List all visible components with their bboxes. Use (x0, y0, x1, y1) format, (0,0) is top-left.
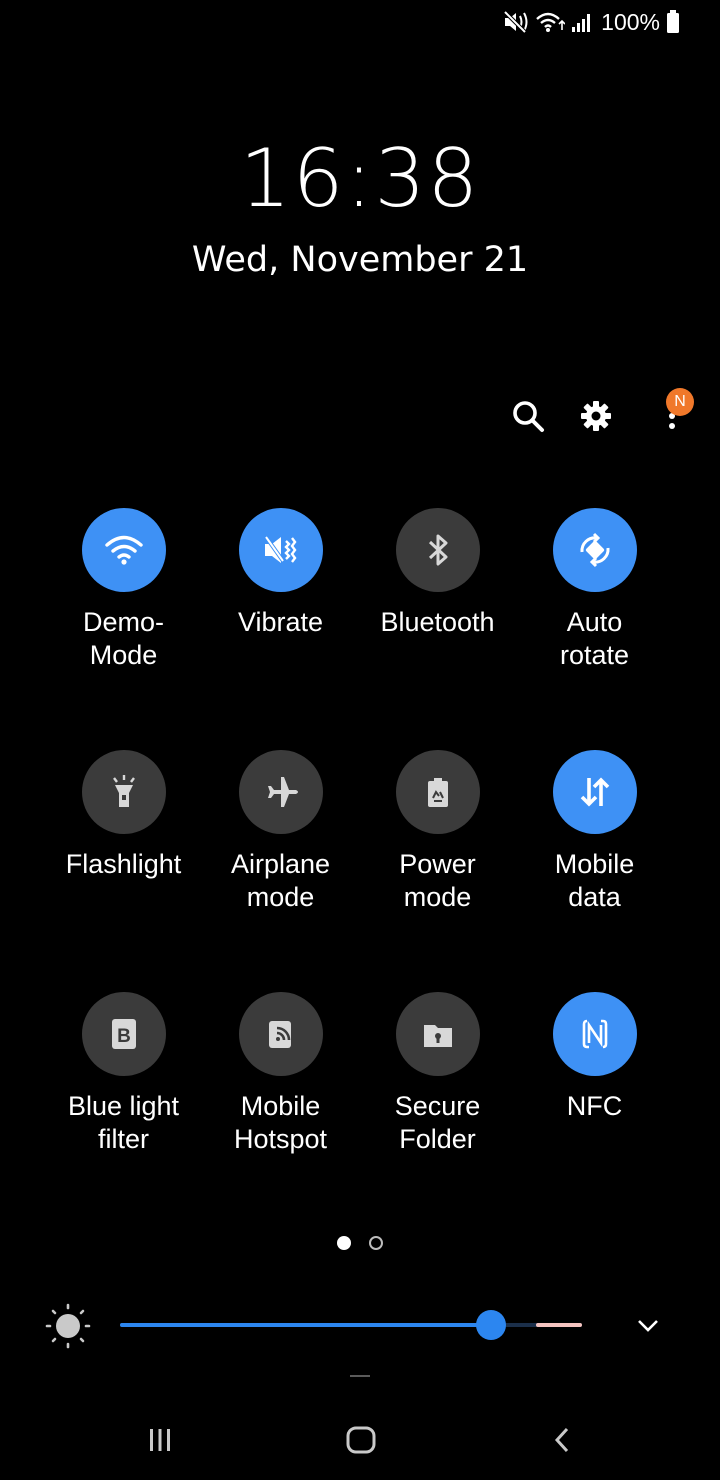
tile-icon-circle (81, 750, 166, 834)
tile-label: Secure Folder (394, 1091, 481, 1154)
tile-icon-circle (552, 508, 637, 592)
brightness-slider[interactable] (120, 1310, 582, 1340)
tile-bluetooth[interactable]: Bluetooth (359, 508, 516, 708)
tile-secure-folder[interactable]: Secure Folder (359, 992, 516, 1192)
auto-rotate-icon (579, 532, 610, 568)
home-icon (346, 1426, 376, 1454)
page-dot-1[interactable] (337, 1236, 351, 1250)
slider-extra-range (535, 1323, 582, 1327)
clock-time: 16:38 (239, 132, 481, 225)
wifi-icon (535, 10, 566, 34)
flashlight-icon (112, 775, 135, 807)
recents-icon (150, 1429, 170, 1451)
tile-icon-circle (238, 750, 323, 834)
slider-thumb[interactable] (476, 1310, 507, 1340)
tile-demo-mode[interactable]: Demo- Mode (45, 508, 202, 708)
tile-icon-circle (81, 508, 166, 592)
signal-icon (571, 11, 593, 33)
quick-panel-header: N (0, 388, 720, 442)
status-bar: 100% (503, 8, 680, 36)
battery-icon (666, 10, 680, 34)
tile-icon-circle: B (81, 992, 166, 1076)
tile-label: Demo- Mode (82, 607, 164, 670)
tile-label: Auto rotate (559, 607, 630, 670)
gear-icon (581, 401, 611, 431)
search-button[interactable] (504, 392, 552, 440)
recents-button[interactable] (140, 1420, 180, 1460)
expand-button[interactable] (630, 1308, 666, 1349)
blue-light-filter-icon: B (111, 1019, 136, 1049)
svg-text:B: B (117, 1026, 131, 1047)
tile-flashlight[interactable]: Flashlight (45, 750, 202, 950)
more-options-button[interactable]: N (640, 388, 694, 440)
tile-icon-circle (238, 508, 323, 592)
chevron-down-icon (638, 1320, 658, 1332)
tile-icon-circle (552, 750, 637, 834)
page-dot-2[interactable] (369, 1236, 383, 1250)
airplane-icon (267, 777, 298, 807)
sun-icon[interactable] (44, 1302, 92, 1355)
tile-vibrate[interactable]: Vibrate (202, 508, 359, 708)
home-button[interactable] (341, 1420, 381, 1460)
tile-nfc[interactable]: NFC (516, 992, 673, 1192)
drag-handle[interactable] (350, 1375, 370, 1377)
tile-label: Power mode (399, 849, 476, 912)
notification-badge: N (666, 388, 694, 416)
settings-button[interactable] (572, 392, 620, 440)
quick-panel-screen: 100% 16:38 Wed, November 21 N Demo- Mode… (0, 0, 720, 1480)
secure-folder-icon (423, 1025, 452, 1047)
tile-blue-light-filter[interactable]: B Blue light filter (45, 992, 202, 1192)
slider-fill (120, 1323, 492, 1327)
tile-auto-rotate[interactable]: Auto rotate (516, 508, 673, 708)
brightness-control (0, 1300, 720, 1352)
tile-label: Flashlight (65, 849, 182, 879)
tile-icon-circle (395, 508, 480, 592)
page-indicator (0, 1236, 720, 1250)
tile-icon-circle (395, 750, 480, 834)
battery-percent: 100% (601, 8, 660, 35)
search-icon (513, 401, 544, 432)
tile-label: Vibrate (237, 607, 324, 637)
tile-label: Bluetooth (380, 607, 495, 637)
tile-mobile-data[interactable]: Mobile data (516, 750, 673, 950)
tile-label: Mobile Hotspot (233, 1091, 328, 1154)
tile-label: Mobile data (554, 849, 635, 912)
tile-icon-circle (395, 992, 480, 1076)
power-mode-icon (427, 778, 448, 807)
tile-icon-circle (238, 992, 323, 1076)
bluetooth-icon (428, 534, 447, 566)
tile-label: Airplane mode (230, 849, 331, 912)
navigation-bar (0, 1390, 720, 1480)
wifi-icon (104, 535, 143, 565)
tile-airplane-mode[interactable]: Airplane mode (202, 750, 359, 950)
tile-label: Blue light filter (67, 1091, 180, 1154)
hotspot-icon (268, 1021, 291, 1048)
clock-date: Wed, November 21 (191, 240, 529, 280)
tile-mobile-hotspot[interactable]: Mobile Hotspot (202, 992, 359, 1192)
mobile-data-icon (580, 777, 609, 807)
nfc-icon (582, 1019, 607, 1049)
vibrate-icon (263, 535, 296, 563)
mute-vibrate-icon (503, 10, 529, 34)
tile-label: NFC (566, 1091, 623, 1121)
tile-icon-circle (552, 992, 637, 1076)
back-button[interactable] (543, 1420, 583, 1460)
tile-power-mode[interactable]: Power mode (359, 750, 516, 950)
back-icon (554, 1427, 569, 1453)
